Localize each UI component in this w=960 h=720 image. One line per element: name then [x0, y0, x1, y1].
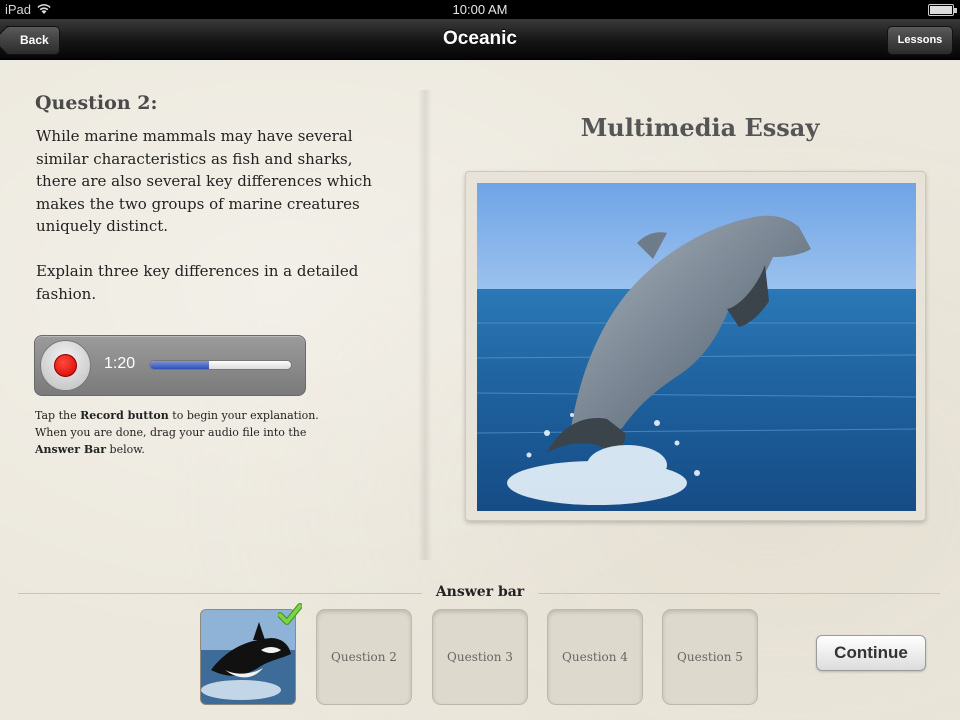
answer-slot-question-4[interactable]: Question 4: [547, 609, 643, 705]
question-body: While marine mammals may have several si…: [36, 125, 416, 305]
recording-instructions: Tap the Record button to begin your expl…: [35, 407, 335, 458]
question-paragraph: Explain three key differences in a detai…: [36, 261, 359, 303]
instructions-text: to begin your explanation.: [168, 409, 319, 422]
instructions-text: Tap the: [35, 409, 81, 422]
recording-progress-bar[interactable]: [149, 360, 292, 370]
checkmark-icon: [278, 603, 302, 625]
status-time: 10:00 AM: [452, 2, 508, 17]
continue-button[interactable]: Continue: [816, 635, 926, 671]
lessons-button[interactable]: Lessons: [887, 26, 953, 55]
question-title: Question 2:: [35, 92, 158, 114]
instructions-answer-bar: Answer Bar: [35, 443, 107, 456]
record-button[interactable]: [40, 340, 91, 391]
page-title: Oceanic: [443, 28, 517, 49]
answer-slot-question-5[interactable]: Question 5: [662, 609, 758, 705]
instructions-text: below.: [106, 443, 145, 456]
battery-icon: [928, 4, 957, 16]
instructions-text: When you are done, drag your audio file …: [35, 426, 307, 439]
record-icon: [54, 354, 77, 377]
panel-divider: [418, 90, 432, 560]
instructions-record-button: Record button: [80, 409, 169, 422]
essay-title: Multimedia Essay: [580, 113, 820, 142]
essay-image-frame: [465, 171, 926, 521]
question-paragraph: While marine mammals may have several si…: [36, 127, 372, 236]
dolphin-photo[interactable]: [477, 183, 916, 511]
answer-slot-question-3[interactable]: Question 3: [432, 609, 528, 705]
audio-recorder: 1:20: [34, 335, 306, 396]
answer-slot-question-2[interactable]: Question 2: [316, 609, 412, 705]
recording-time: 1:20: [104, 355, 136, 372]
status-bar: iPad 10:00 AM: [0, 0, 960, 19]
answer-bar-label: Answer bar: [435, 584, 525, 600]
navigation-bar: Back Oceanic Lessons: [0, 19, 960, 60]
recording-progress-fill: [150, 361, 210, 369]
